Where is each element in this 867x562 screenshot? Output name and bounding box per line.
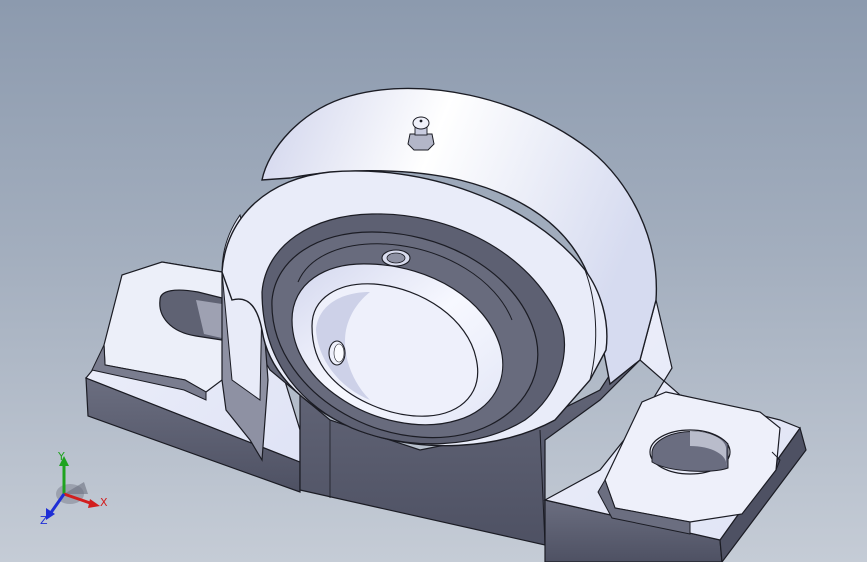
x-axis-arrow-icon xyxy=(88,499,100,508)
z-axis-label: Z xyxy=(40,514,48,527)
pillow-block-bearing-model[interactable] xyxy=(0,0,867,562)
graphics-viewport[interactable]: Y X Z xyxy=(0,0,867,562)
x-axis-label: X xyxy=(100,496,108,509)
y-axis-label: Y xyxy=(57,450,65,463)
axis-triad: Y X Z xyxy=(40,450,108,527)
